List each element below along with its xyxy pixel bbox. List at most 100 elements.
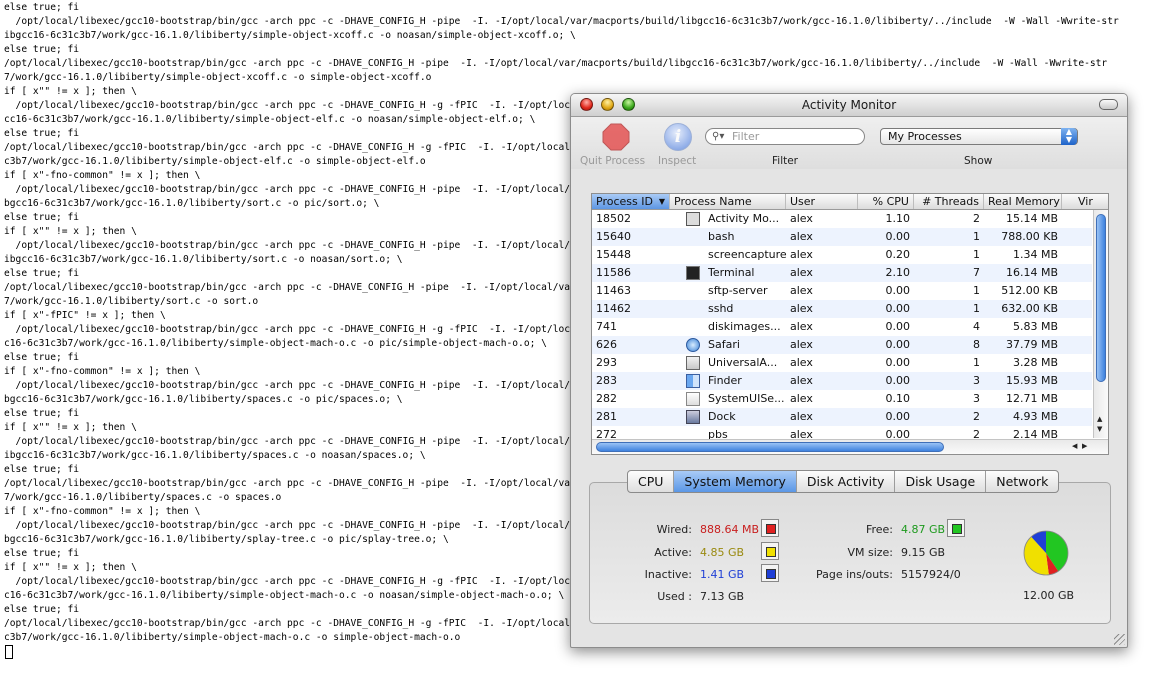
show-processes-select[interactable]: My Processes ▲ ▼ <box>880 128 1078 145</box>
column-header-threads[interactable]: # Threads <box>914 194 984 209</box>
total-memory: 12.00 GB <box>1023 589 1075 602</box>
wired-value: 888.64 MB <box>700 523 760 536</box>
terminal-line: /opt/local/libexec/gcc10-bootstrap/bin/g… <box>4 16 1119 27</box>
inactive-label: Inactive: <box>644 568 692 581</box>
page-ins-outs-value: 5157924/0 <box>901 568 961 581</box>
table-row[interactable]: 11463 sftp-server alex 0.00 1 512.00 KB <box>592 282 1092 300</box>
inactive-value: 1.41 GB <box>700 568 745 581</box>
column-header-cpu[interactable]: % CPU <box>858 194 914 209</box>
tab-disk-usage[interactable]: Disk Usage <box>895 471 987 492</box>
column-header-real-memory[interactable]: Real Memory <box>984 194 1062 209</box>
cell-process-name: Dock <box>708 410 736 423</box>
horizontal-scrollbar[interactable]: ◀ ▶ <box>592 439 1108 454</box>
resize-grip[interactable] <box>1114 634 1125 645</box>
cell-cpu: 0.00 <box>885 302 911 315</box>
cell-cpu: 0.00 <box>885 374 911 387</box>
scroll-down-arrow-icon[interactable]: ▼ <box>1097 425 1102 433</box>
tab-disk-activity[interactable]: Disk Activity <box>797 471 896 492</box>
stop-sign-icon[interactable] <box>602 123 630 151</box>
terminal-line: else true; fi <box>4 2 80 13</box>
cell-user: alex <box>790 374 813 387</box>
cell-process-id: 11586 <box>596 266 631 279</box>
table-row[interactable]: 18502 Activity Mo... alex 1.10 2 15.14 MB <box>592 210 1092 228</box>
cell-real-memory: 12.71 MB <box>1005 392 1058 405</box>
cell-process-id: 626 <box>596 338 617 351</box>
scroll-up-arrow-icon[interactable]: ▲ <box>1097 415 1102 423</box>
cell-process-id: 282 <box>596 392 617 405</box>
tab-system-memory[interactable]: System Memory <box>674 471 797 492</box>
cell-process-id: 11462 <box>596 302 631 315</box>
cell-user: alex <box>790 338 813 351</box>
vm-size-label: VM size: <box>847 546 893 559</box>
wired-color-swatch[interactable] <box>761 519 779 537</box>
filter-search-field[interactable]: ⚲▾ Filter <box>705 128 865 145</box>
cell-user: alex <box>790 392 813 405</box>
table-row[interactable]: 282 SystemUISe... alex 0.10 3 12.71 MB <box>592 390 1092 408</box>
table-row[interactable]: 15640 bash alex 0.00 1 788.00 KB <box>592 228 1092 246</box>
title-bar[interactable]: Activity Monitor <box>571 94 1127 117</box>
tab-network[interactable]: Network <box>986 471 1058 492</box>
cell-process-name: Safari <box>708 338 740 351</box>
cell-real-memory: 632.00 KB <box>1001 302 1058 315</box>
table-row[interactable]: 15448 screencapture alex 0.20 1 1.34 MB <box>592 246 1092 264</box>
scroll-right-arrow-icon[interactable]: ▶ <box>1082 442 1087 450</box>
process-table[interactable]: Process ID ▼ Process Name User % CPU # Th… <box>591 193 1109 455</box>
cell-user: alex <box>790 212 813 225</box>
cell-threads: 1 <box>973 230 980 243</box>
table-row[interactable]: 626 Safari alex 0.00 8 37.79 MB <box>592 336 1092 354</box>
column-header-user[interactable]: User <box>786 194 858 209</box>
cell-threads: 2 <box>973 410 980 423</box>
table-row[interactable]: 741 diskimages... alex 0.00 4 5.83 MB <box>592 318 1092 336</box>
system-ui-server-icon <box>686 392 700 406</box>
column-header-process-name[interactable]: Process Name <box>670 194 786 209</box>
vertical-scroll-thumb[interactable] <box>1096 214 1106 382</box>
finder-icon <box>686 374 700 388</box>
table-row[interactable]: 281 Dock alex 0.00 2 4.93 MB <box>592 408 1092 426</box>
cell-user: alex <box>790 230 813 243</box>
table-row[interactable]: 283 Finder alex 0.00 3 15.93 MB <box>592 372 1092 390</box>
cell-process-id: 281 <box>596 410 617 423</box>
column-header-virtual-memory[interactable]: Vir <box>1062 194 1108 209</box>
inspect-info-icon[interactable]: i <box>664 123 692 151</box>
activity-monitor-window[interactable]: Activity Monitor Quit Process i Inspect … <box>570 93 1128 648</box>
terminal-line: 7/work/gcc-16.1.0/libiberty/simple-objec… <box>4 72 432 83</box>
column-header-process-id[interactable]: Process ID ▼ <box>592 194 670 209</box>
horizontal-scroll-thumb[interactable] <box>596 442 944 452</box>
cell-real-memory: 3.28 MB <box>1012 356 1058 369</box>
cell-user: alex <box>790 356 813 369</box>
cell-real-memory: 15.93 MB <box>1005 374 1058 387</box>
cell-user: alex <box>790 320 813 333</box>
cell-user: alex <box>790 248 813 261</box>
cell-cpu: 0.00 <box>885 410 911 423</box>
toolbar-toggle-button[interactable] <box>1099 99 1118 110</box>
vm-size-value: 9.15 GB <box>901 546 946 559</box>
cell-cpu: 0.00 <box>885 284 911 297</box>
cell-real-memory: 4.93 MB <box>1012 410 1058 423</box>
cell-process-id: 18502 <box>596 212 631 225</box>
table-row[interactable]: 11462 sshd alex 0.00 1 632.00 KB <box>592 300 1092 318</box>
cell-real-memory: 1.34 MB <box>1012 248 1058 261</box>
cell-threads: 7 <box>973 266 980 279</box>
cell-process-name: sftp-server <box>708 284 768 297</box>
cell-threads: 8 <box>973 338 980 351</box>
cell-threads: 4 <box>973 320 980 333</box>
select-arrows-icon: ▲ ▼ <box>1061 128 1077 145</box>
inactive-color-swatch[interactable] <box>761 564 779 582</box>
table-row[interactable]: 11586 Terminal alex 2.10 7 16.14 MB <box>592 264 1092 282</box>
terminal-line: /opt/local/libexec/gcc10-bootstrap/bin/g… <box>4 58 1108 69</box>
free-label: Free: <box>865 523 893 536</box>
cell-process-id: 11463 <box>596 284 631 297</box>
window-title: Activity Monitor <box>801 98 897 112</box>
cell-cpu: 0.00 <box>885 356 911 369</box>
cell-threads: 1 <box>973 284 980 297</box>
free-color-swatch[interactable] <box>947 519 965 537</box>
active-label: Active: <box>654 546 692 559</box>
universal-access-icon <box>686 356 700 370</box>
vertical-scrollbar[interactable]: ▲ ▼ <box>1093 210 1108 438</box>
scroll-left-arrow-icon[interactable]: ◀ <box>1072 442 1077 450</box>
active-color-swatch[interactable] <box>761 542 779 560</box>
cell-threads: 1 <box>973 356 980 369</box>
show-selected-value: My Processes <box>888 130 962 143</box>
table-row[interactable]: 293 UniversalA... alex 0.00 1 3.28 MB <box>592 354 1092 372</box>
tab-cpu[interactable]: CPU <box>628 471 675 492</box>
